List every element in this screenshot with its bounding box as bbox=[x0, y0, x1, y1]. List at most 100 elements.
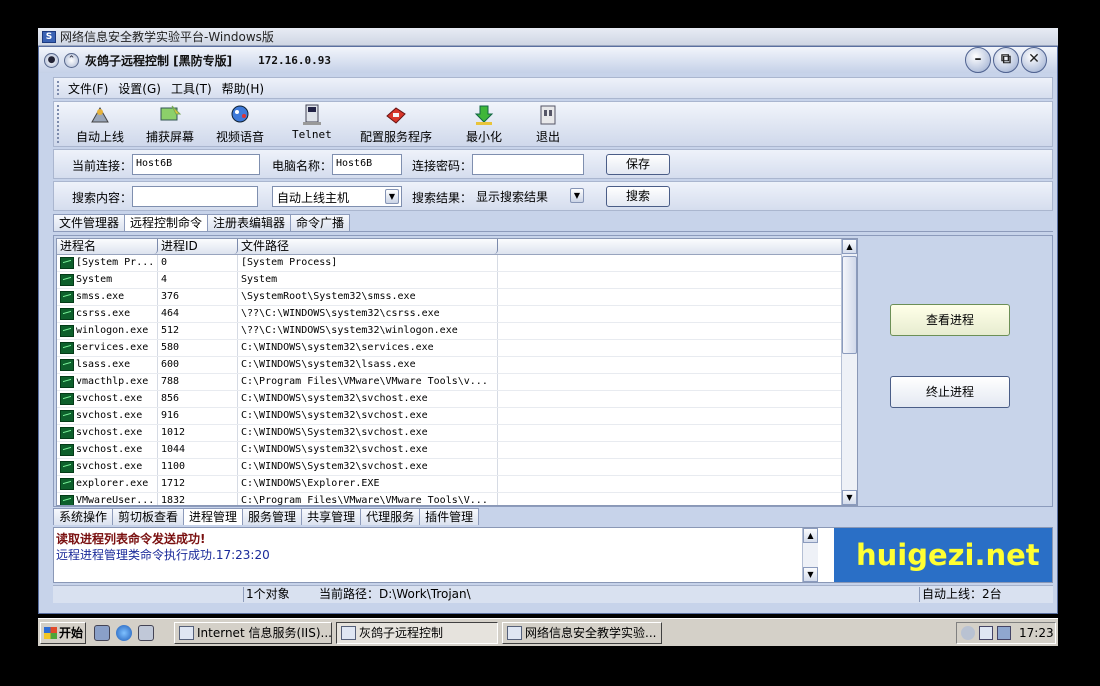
tab-registry-editor[interactable]: 注册表编辑器 bbox=[207, 214, 292, 231]
table-row[interactable]: vmacthlp.exe 788 C:\Program Files\VMware\V… bbox=[57, 374, 857, 391]
chevron-down-icon[interactable]: ▼ bbox=[385, 189, 399, 204]
minimize-button[interactable]: 最小化 bbox=[466, 104, 502, 146]
process-icon bbox=[60, 478, 74, 490]
scroll-up-icon[interactable]: ▲ bbox=[803, 528, 818, 543]
col-process-name[interactable]: 进程名 bbox=[57, 239, 158, 254]
kill-process-button[interactable]: 终止进程 bbox=[890, 376, 1010, 408]
table-row[interactable]: smss.exe 376 \SystemRoot\System32\smss.exe bbox=[57, 289, 857, 306]
scrollbar-thumb[interactable] bbox=[842, 256, 857, 354]
process-id-cell: 1832 bbox=[158, 493, 238, 505]
process-path-cell: C:\WINDOWS\system32\svchost.exe bbox=[238, 408, 498, 424]
tray-monitor-icon[interactable] bbox=[997, 626, 1011, 640]
table-row[interactable]: VMwareUser... 1832 C:\Program Files\VMware… bbox=[57, 493, 857, 505]
empty-cell bbox=[498, 374, 844, 390]
table-row[interactable]: svchost.exe 1044 C:\WINDOWS\system32\svcho… bbox=[57, 442, 857, 459]
internet-explorer-icon[interactable] bbox=[116, 625, 132, 641]
process-path-cell: \??\C:\WINDOWS\system32\csrss.exe bbox=[238, 306, 498, 322]
search-content-field[interactable] bbox=[132, 186, 258, 207]
password-field[interactable] bbox=[472, 154, 584, 175]
minimize-icon bbox=[474, 105, 494, 125]
close-window-button[interactable]: ✕ bbox=[1021, 47, 1047, 73]
tab-process-manager[interactable]: 进程管理 bbox=[183, 508, 244, 525]
huigezi-banner[interactable]: huigezi.net bbox=[834, 528, 1052, 582]
platform-app-icon: S bbox=[42, 30, 56, 43]
view-process-button[interactable]: 查看进程 bbox=[890, 304, 1010, 336]
menu-file[interactable]: 文件(F) bbox=[68, 80, 108, 97]
process-name-cell: lsass.exe bbox=[57, 357, 158, 373]
scroll-down-icon[interactable]: ▼ bbox=[803, 567, 818, 582]
restore-window-button[interactable]: ⧉ bbox=[993, 47, 1019, 73]
computer-name-field[interactable]: Host6B bbox=[332, 154, 402, 175]
rollup-icon[interactable]: ⌃ bbox=[64, 52, 79, 68]
task-iis[interactable]: Internet 信息服务(IIS)... bbox=[174, 622, 332, 644]
video-voice-button[interactable]: 视频语音 bbox=[216, 104, 264, 146]
host-select[interactable]: 自动上线主机 ▼ bbox=[272, 186, 402, 207]
process-path-cell: C:\WINDOWS\system32\svchost.exe bbox=[238, 442, 498, 458]
tab-clipboard[interactable]: 剪切板查看 bbox=[112, 508, 185, 525]
tab-share-manager[interactable]: 共享管理 bbox=[301, 508, 362, 525]
tab-remote-command[interactable]: 远程控制命令 bbox=[124, 214, 209, 231]
log-scrollbar[interactable]: ▲ ▼ bbox=[802, 528, 818, 582]
process-path-cell: C:\WINDOWS\System32\svchost.exe bbox=[238, 459, 498, 475]
menubar-grip[interactable] bbox=[57, 81, 60, 95]
config-service-button[interactable]: 配置服务程序 bbox=[360, 104, 432, 146]
start-button[interactable]: 开始 bbox=[40, 622, 86, 644]
table-row[interactable]: svchost.exe 1100 C:\WINDOWS\System32\svcho… bbox=[57, 459, 857, 476]
process-path-cell: \SystemRoot\System32\smss.exe bbox=[238, 289, 498, 305]
process-path-cell: C:\WINDOWS\system32\svchost.exe bbox=[238, 391, 498, 407]
menu-tools[interactable]: 工具(T) bbox=[171, 80, 212, 97]
empty-cell bbox=[498, 408, 844, 424]
process-id-cell: 1044 bbox=[158, 442, 238, 458]
scroll-down-icon[interactable]: ▼ bbox=[842, 490, 857, 505]
col-process-id[interactable]: 进程ID bbox=[158, 239, 238, 254]
system-menu-icon[interactable]: ● bbox=[44, 52, 59, 68]
exit-button[interactable]: 退出 bbox=[536, 104, 560, 146]
task-huigezi[interactable]: 灰鸽子远程控制 bbox=[336, 622, 498, 644]
show-desktop-icon[interactable] bbox=[94, 625, 110, 641]
table-row[interactable]: [System Pr... 0 [System Process] bbox=[57, 255, 857, 272]
col-file-path[interactable]: 文件路径 bbox=[238, 239, 498, 254]
scroll-up-icon[interactable]: ▲ bbox=[842, 239, 857, 254]
minimize-window-button[interactable]: – bbox=[965, 47, 991, 73]
process-name: System bbox=[76, 274, 113, 285]
menu-help[interactable]: 帮助(H) bbox=[222, 80, 264, 97]
capture-screen-button[interactable]: 捕获屏幕 bbox=[146, 104, 194, 146]
tray-nis-icon[interactable] bbox=[979, 626, 993, 640]
col-empty[interactable] bbox=[498, 239, 844, 254]
chevron-down-icon[interactable]: ▼ bbox=[570, 188, 584, 203]
toolbar-grip[interactable] bbox=[57, 105, 60, 143]
tab-service-manager[interactable]: 服务管理 bbox=[242, 508, 303, 525]
table-row[interactable]: lsass.exe 600 C:\WINDOWS\system32\lsass.ex… bbox=[57, 357, 857, 374]
process-path-cell: \??\C:\WINDOWS\system32\winlogon.exe bbox=[238, 323, 498, 339]
process-list-scrollbar[interactable]: ▲ ▼ bbox=[841, 239, 857, 505]
tab-command-broadcast[interactable]: 命令广播 bbox=[290, 214, 351, 231]
telnet-button[interactable]: Telnet bbox=[292, 104, 332, 146]
auto-online-button[interactable]: 自动上线 bbox=[76, 104, 124, 146]
table-row[interactable]: System 4 System bbox=[57, 272, 857, 289]
password-label: 连接密码： bbox=[412, 159, 473, 173]
table-row[interactable]: explorer.exe 1712 C:\WINDOWS\Explorer.EXE bbox=[57, 476, 857, 493]
table-row[interactable]: svchost.exe 856 C:\WINDOWS\system32\svchos… bbox=[57, 391, 857, 408]
save-button[interactable]: 保存 bbox=[606, 154, 670, 175]
tab-system-ops[interactable]: 系统操作 bbox=[53, 508, 114, 525]
table-row[interactable]: svchost.exe 1012 C:\WINDOWS\System32\svcho… bbox=[57, 425, 857, 442]
tab-plugin-manager[interactable]: 插件管理 bbox=[419, 508, 480, 525]
app-titlebar[interactable]: ● ⌃ 灰鸽子远程控制 [黑防专版] 172.16.0.93 – ⧉ ✕ bbox=[39, 47, 1057, 73]
result-select[interactable]: 显示搜索结果 ▼ bbox=[472, 186, 586, 207]
table-row[interactable]: svchost.exe 916 C:\WINDOWS\system32\svchos… bbox=[57, 408, 857, 425]
system-tray: 17:23 bbox=[956, 622, 1056, 644]
current-connection-field[interactable]: Host6B bbox=[132, 154, 260, 175]
tab-proxy-service[interactable]: 代理服务 bbox=[360, 508, 421, 525]
tray-network-icon[interactable] bbox=[961, 626, 975, 640]
tab-file-manager[interactable]: 文件管理器 bbox=[53, 214, 126, 231]
empty-cell bbox=[498, 476, 844, 492]
quick-launch-app-icon[interactable] bbox=[138, 625, 154, 641]
task-platform[interactable]: 网络信息安全教学实验... bbox=[502, 622, 662, 644]
search-button[interactable]: 搜索 bbox=[606, 186, 670, 207]
menu-settings[interactable]: 设置(G) bbox=[118, 80, 161, 97]
table-row[interactable]: services.exe 580 C:\WINDOWS\system32\servi… bbox=[57, 340, 857, 357]
search-row: 搜索内容： 自动上线主机 ▼ 搜索结果： 显示搜索结果 ▼ 搜索 bbox=[53, 181, 1053, 211]
search-result-label: 搜索结果： bbox=[412, 191, 473, 205]
table-row[interactable]: winlogon.exe 512 \??\C:\WINDOWS\system32\w… bbox=[57, 323, 857, 340]
table-row[interactable]: csrss.exe 464 \??\C:\WINDOWS\system32\csrs… bbox=[57, 306, 857, 323]
